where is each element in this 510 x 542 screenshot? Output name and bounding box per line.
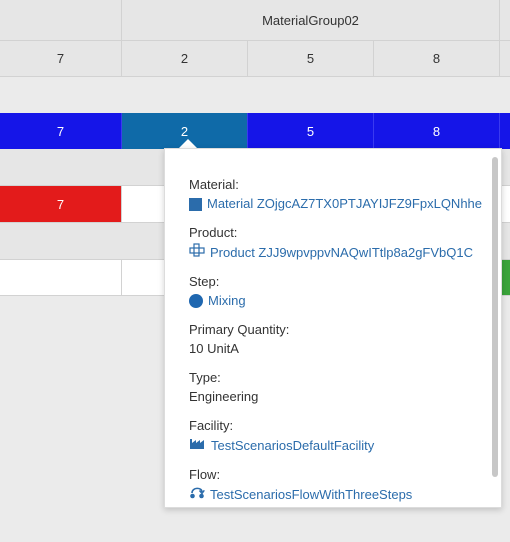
primary-quantity-value: 10 UnitA xyxy=(189,341,239,356)
order-tooltip: Material: Material ZOjgcAZ7TX0PTJAYIJFZ9… xyxy=(164,148,502,508)
product-field: Product: Product ZJJ9wpvppvNAQwITtlp8a2g… xyxy=(189,225,487,262)
material-label: Material: xyxy=(189,177,239,192)
facility-value: TestScenariosDefaultFacility xyxy=(211,437,375,453)
product-label: Product: xyxy=(189,225,238,240)
flow-value: TestScenariosFlowWithThreeSteps xyxy=(210,486,413,502)
facility-label: Facility: xyxy=(189,418,234,433)
active-cell[interactable]: 8 xyxy=(374,113,499,149)
active-cell[interactable]: 7 xyxy=(0,113,121,149)
factory-icon xyxy=(189,436,206,455)
facility-link[interactable]: TestScenariosDefaultFacility xyxy=(189,436,487,455)
tooltip-content: Material: Material ZOjgcAZ7TX0PTJAYIJFZ9… xyxy=(189,177,487,516)
step-circle-icon xyxy=(189,294,203,308)
plan-cell[interactable]: 8 xyxy=(374,41,499,76)
step-value: Mixing xyxy=(208,293,246,308)
flow-icon xyxy=(189,485,205,504)
active-cell[interactable]: 5 xyxy=(248,113,373,149)
material-group-header[interactable]: MaterialGroup02 xyxy=(122,0,499,40)
primary-quantity-label: Primary Quantity: xyxy=(189,322,290,337)
plan-cell[interactable]: 2 xyxy=(122,41,247,76)
flow-field: Flow: TestScenariosFlowWithThreeSteps xyxy=(189,467,487,504)
flow-label: Flow: xyxy=(189,467,221,482)
primary-quantity-field: Primary Quantity: 10 UnitA xyxy=(189,322,487,358)
flow-link[interactable]: TestScenariosFlowWithThreeSteps xyxy=(189,485,487,504)
plan-cell[interactable]: 5 xyxy=(248,41,373,76)
material-value: Material ZOjgcAZ7TX0PTJAYIJFZ9FpxLQNhhe xyxy=(207,196,483,211)
alert-cell[interactable]: 7 xyxy=(0,186,121,222)
step-field: Step: Mixing xyxy=(189,274,487,310)
step-link[interactable]: Mixing xyxy=(189,292,487,310)
step-label: Step: xyxy=(189,274,220,289)
group-header-row: MaterialGroup02 xyxy=(0,0,510,40)
facility-field: Facility: TestScenariosDefaultFacility xyxy=(189,418,487,455)
plan-row: 7 2 5 8 xyxy=(0,41,510,76)
material-link[interactable]: Material ZOjgcAZ7TX0PTJAYIJFZ9FpxLQNhhe xyxy=(189,195,487,213)
plan-cell[interactable]: 7 xyxy=(0,41,121,76)
material-square-icon xyxy=(189,197,202,211)
product-link[interactable]: Product ZJJ9wpvppvNAQwITtlp8a2gFVbQ1C xyxy=(189,243,487,262)
material-field: Material: Material ZOjgcAZ7TX0PTJAYIJFZ9… xyxy=(189,177,487,213)
product-value: Product ZJJ9wpvppvNAQwITtlp8a2gFVbQ1C xyxy=(210,244,473,260)
product-icon xyxy=(189,243,205,262)
active-row: 7 2 5 8 xyxy=(0,113,510,149)
type-label: Type: xyxy=(189,370,221,385)
spacer-row xyxy=(0,77,510,113)
type-field: Type: Engineering xyxy=(189,370,487,406)
tooltip-scrollbar-thumb[interactable] xyxy=(492,157,498,477)
type-value: Engineering xyxy=(189,389,259,404)
